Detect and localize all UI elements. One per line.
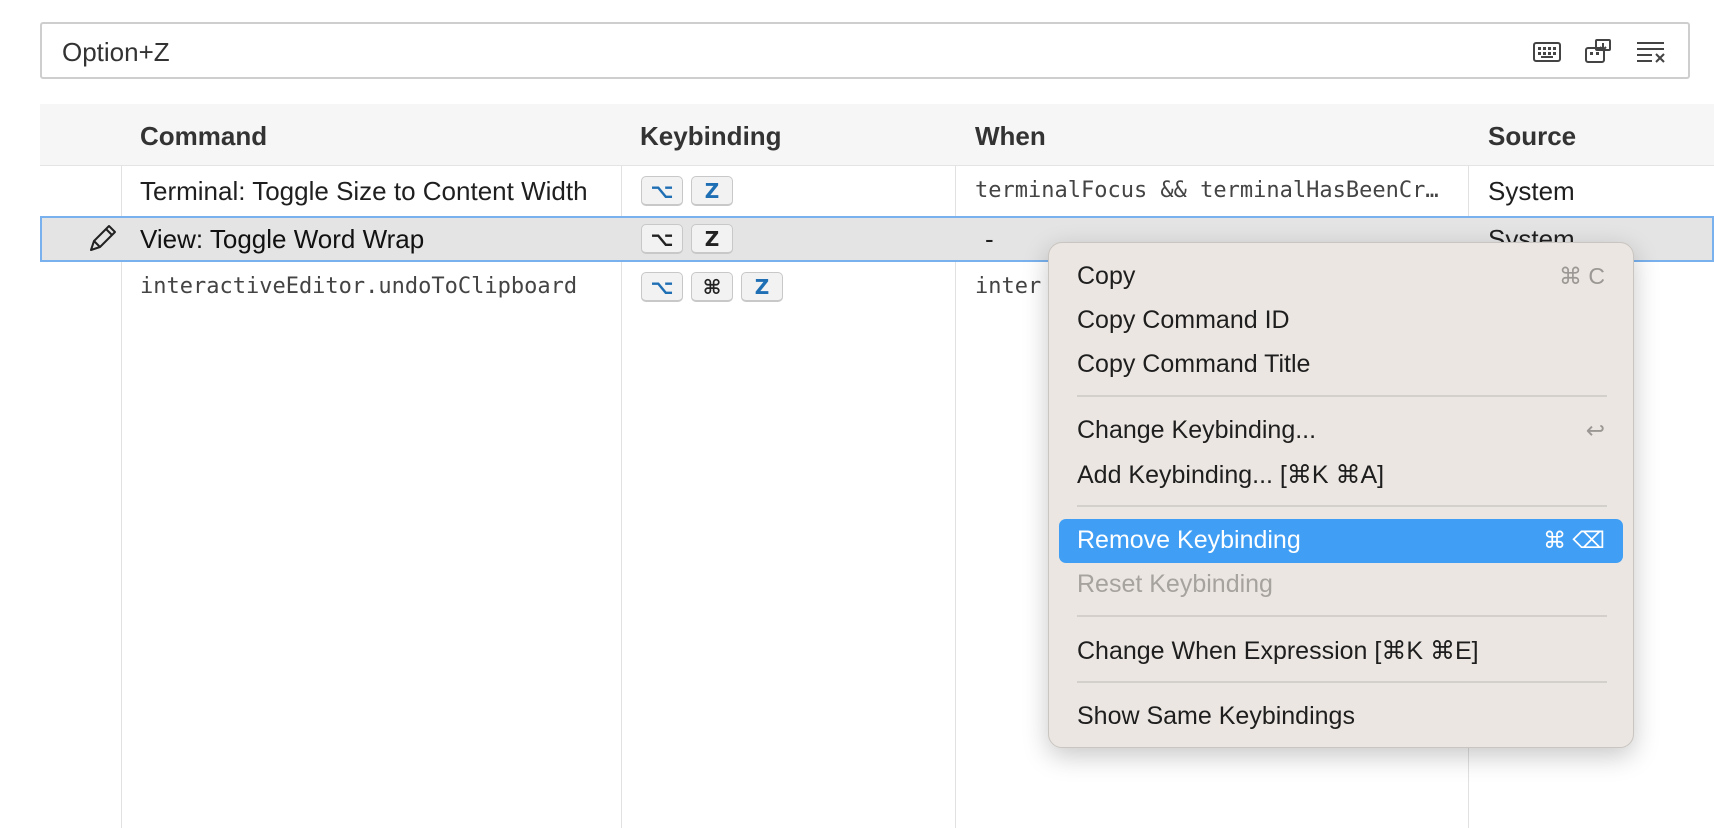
key-cap: Z [691, 176, 733, 206]
menu-separator [1077, 615, 1607, 617]
menu-separator [1077, 395, 1607, 397]
menu-item-label: Remove Keybinding [1077, 526, 1301, 554]
menu-item-label: Add Keybinding... [⌘K ⌘A] [1077, 461, 1385, 489]
menu-item-change-keybinding[interactable]: Change Keybinding... ↩ [1059, 409, 1623, 453]
menu-separator [1077, 505, 1607, 507]
menu-item-label: Copy Command Title [1077, 350, 1311, 378]
menu-item-shortcut: ⌘ ⌫ [1543, 527, 1605, 553]
menu-separator [1077, 681, 1607, 683]
menu-item-label: Change Keybinding... [1077, 416, 1317, 444]
key-cap: ⌥ [641, 176, 683, 206]
table-header: Command Keybinding When Source [40, 104, 1714, 166]
column-header-command[interactable]: Command [140, 121, 267, 152]
record-keys-icon[interactable] [1582, 37, 1616, 67]
key-cap: ⌥ [641, 224, 683, 254]
keybinding-cell: ⌥ ⌘ Z [641, 272, 783, 302]
when-cell: terminalFocus && terminalHasBeenCr… [975, 178, 1439, 203]
menu-item-remove-keybinding[interactable]: Remove Keybinding ⌘ ⌫ [1059, 519, 1623, 563]
menu-item-label: Copy Command ID [1077, 306, 1290, 334]
key-cap: Z [741, 272, 783, 302]
search-actions [1530, 37, 1668, 67]
menu-item-label: Change When Expression [⌘K ⌘E] [1077, 637, 1479, 665]
pencil-icon[interactable] [86, 223, 118, 255]
menu-item-copy[interactable]: Copy ⌘ C [1059, 255, 1623, 299]
menu-item-add-keybinding[interactable]: Add Keybinding... [⌘K ⌘A] [1059, 453, 1623, 497]
context-menu: Copy ⌘ C Copy Command ID Copy Command Ti… [1048, 242, 1634, 748]
column-header-when[interactable]: When [975, 121, 1046, 152]
keybindings-search-input[interactable]: Option+Z [40, 22, 1690, 79]
menu-item-label: Reset Keybinding [1077, 570, 1273, 598]
column-header-keybinding[interactable]: Keybinding [640, 121, 782, 152]
command-cell: View: Toggle Word Wrap [140, 224, 425, 254]
menu-item-copy-command-id[interactable]: Copy Command ID [1059, 299, 1623, 343]
command-cell: interactiveEditor.undoToClipboard [140, 274, 578, 299]
key-cap: ⌥ [641, 272, 683, 302]
menu-item-reset-keybinding: Reset Keybinding [1059, 563, 1623, 607]
column-header-source[interactable]: Source [1488, 121, 1576, 152]
menu-item-copy-command-title[interactable]: Copy Command Title [1059, 343, 1623, 387]
clear-icon[interactable] [1634, 37, 1668, 67]
return-icon: ↩ [1585, 417, 1605, 443]
menu-item-label: Copy [1077, 262, 1136, 290]
key-cap: ⌘ [691, 272, 733, 302]
search-input-value[interactable]: Option+Z [62, 37, 170, 68]
menu-item-show-same-keybindings[interactable]: Show Same Keybindings [1059, 695, 1623, 739]
table-row[interactable]: Terminal: Toggle Size to Content Width ⌥… [40, 168, 1714, 214]
menu-item-label: Show Same Keybindings [1077, 702, 1355, 730]
keybinding-cell: ⌥ Z [641, 224, 733, 254]
menu-item-change-when-expression[interactable]: Change When Expression [⌘K ⌘E] [1059, 629, 1623, 673]
key-cap: Z [691, 224, 733, 254]
menu-item-shortcut: ⌘ C [1559, 263, 1605, 289]
keybinding-cell: ⌥ Z [641, 176, 733, 206]
keyboard-icon[interactable] [1530, 37, 1564, 67]
source-cell: System [1488, 176, 1575, 206]
command-cell: Terminal: Toggle Size to Content Width [140, 176, 588, 206]
